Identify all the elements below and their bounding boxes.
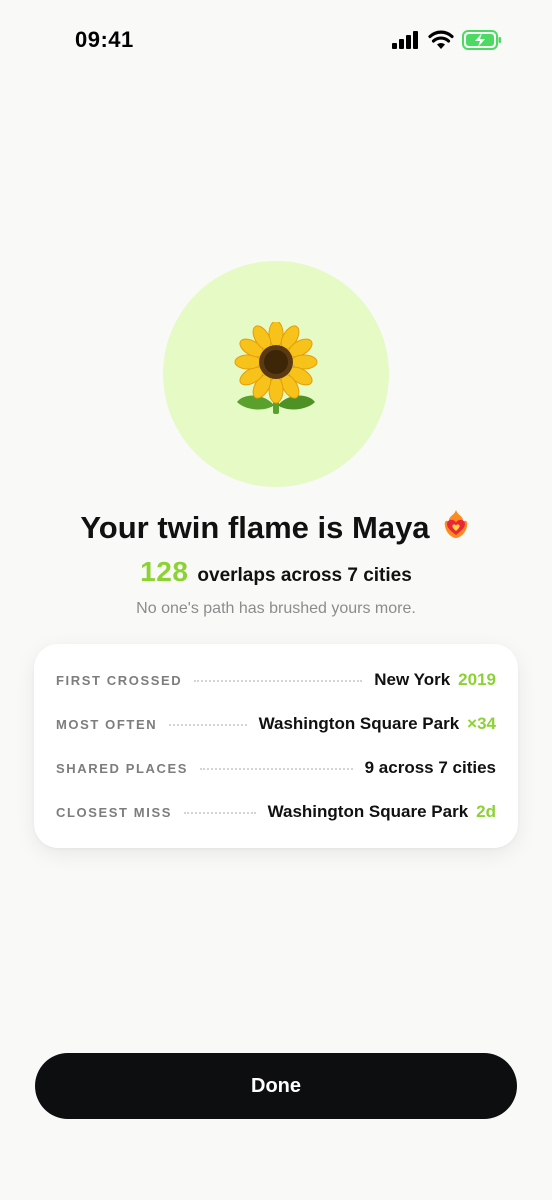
- stat-accent: 2d: [476, 802, 496, 821]
- overlap-text: overlaps across 7 cities: [197, 565, 412, 586]
- status-icons: [392, 30, 502, 55]
- stat-leader: [169, 724, 247, 726]
- stat-row-closest-miss: CLOSEST MISS Washington Square Park 2d: [56, 790, 496, 834]
- stat-label: MOST OFTEN: [56, 716, 158, 732]
- stat-row-first-crossed: FIRST CROSSED New York 2019: [56, 658, 496, 702]
- cellular-signal-icon: [392, 31, 420, 54]
- heart-on-fire-icon: [440, 508, 472, 548]
- overlap-summary: 128 overlaps across 7 cities: [0, 556, 552, 588]
- status-bar: 09:41: [0, 0, 552, 84]
- stat-accent: 2019: [458, 670, 496, 689]
- stat-accent: ×34: [467, 714, 496, 733]
- stat-row-most-often: MOST OFTEN Washington Square Park ×34: [56, 702, 496, 746]
- stats-card: FIRST CROSSED New York 2019 MOST OFTEN W…: [34, 644, 518, 848]
- stat-value: 9 across 7 cities: [364, 758, 496, 777]
- stat-value: Washington Square Park: [258, 714, 460, 733]
- twin-flame-result-screen: 09:41 Your twin flame is Maya 128 overla…: [0, 0, 552, 1200]
- stat-value: Washington Square Park: [267, 802, 469, 821]
- stat-value: New York: [374, 670, 451, 689]
- stat-leader: [194, 680, 363, 682]
- overlap-count: 128: [140, 556, 189, 587]
- headline-text: Your twin flame is Maya: [80, 510, 430, 545]
- stat-label: FIRST CROSSED: [56, 672, 183, 688]
- stat-leader: [184, 812, 256, 814]
- done-button[interactable]: Done: [35, 1053, 517, 1119]
- hero-avatar-circle: [163, 261, 389, 487]
- battery-charging-icon: [462, 30, 502, 55]
- sunflower-icon: [231, 320, 321, 427]
- stat-leader: [200, 768, 353, 770]
- headline: Your twin flame is Maya: [0, 508, 552, 548]
- stat-row-shared-places: SHARED PLACES 9 across 7 cities: [56, 746, 496, 790]
- stat-label: SHARED PLACES: [56, 760, 189, 776]
- wifi-icon: [428, 30, 454, 55]
- status-time: 09:41: [75, 27, 134, 52]
- stat-label: CLOSEST MISS: [56, 804, 172, 820]
- subtext: No one's path has brushed yours more.: [136, 600, 416, 617]
